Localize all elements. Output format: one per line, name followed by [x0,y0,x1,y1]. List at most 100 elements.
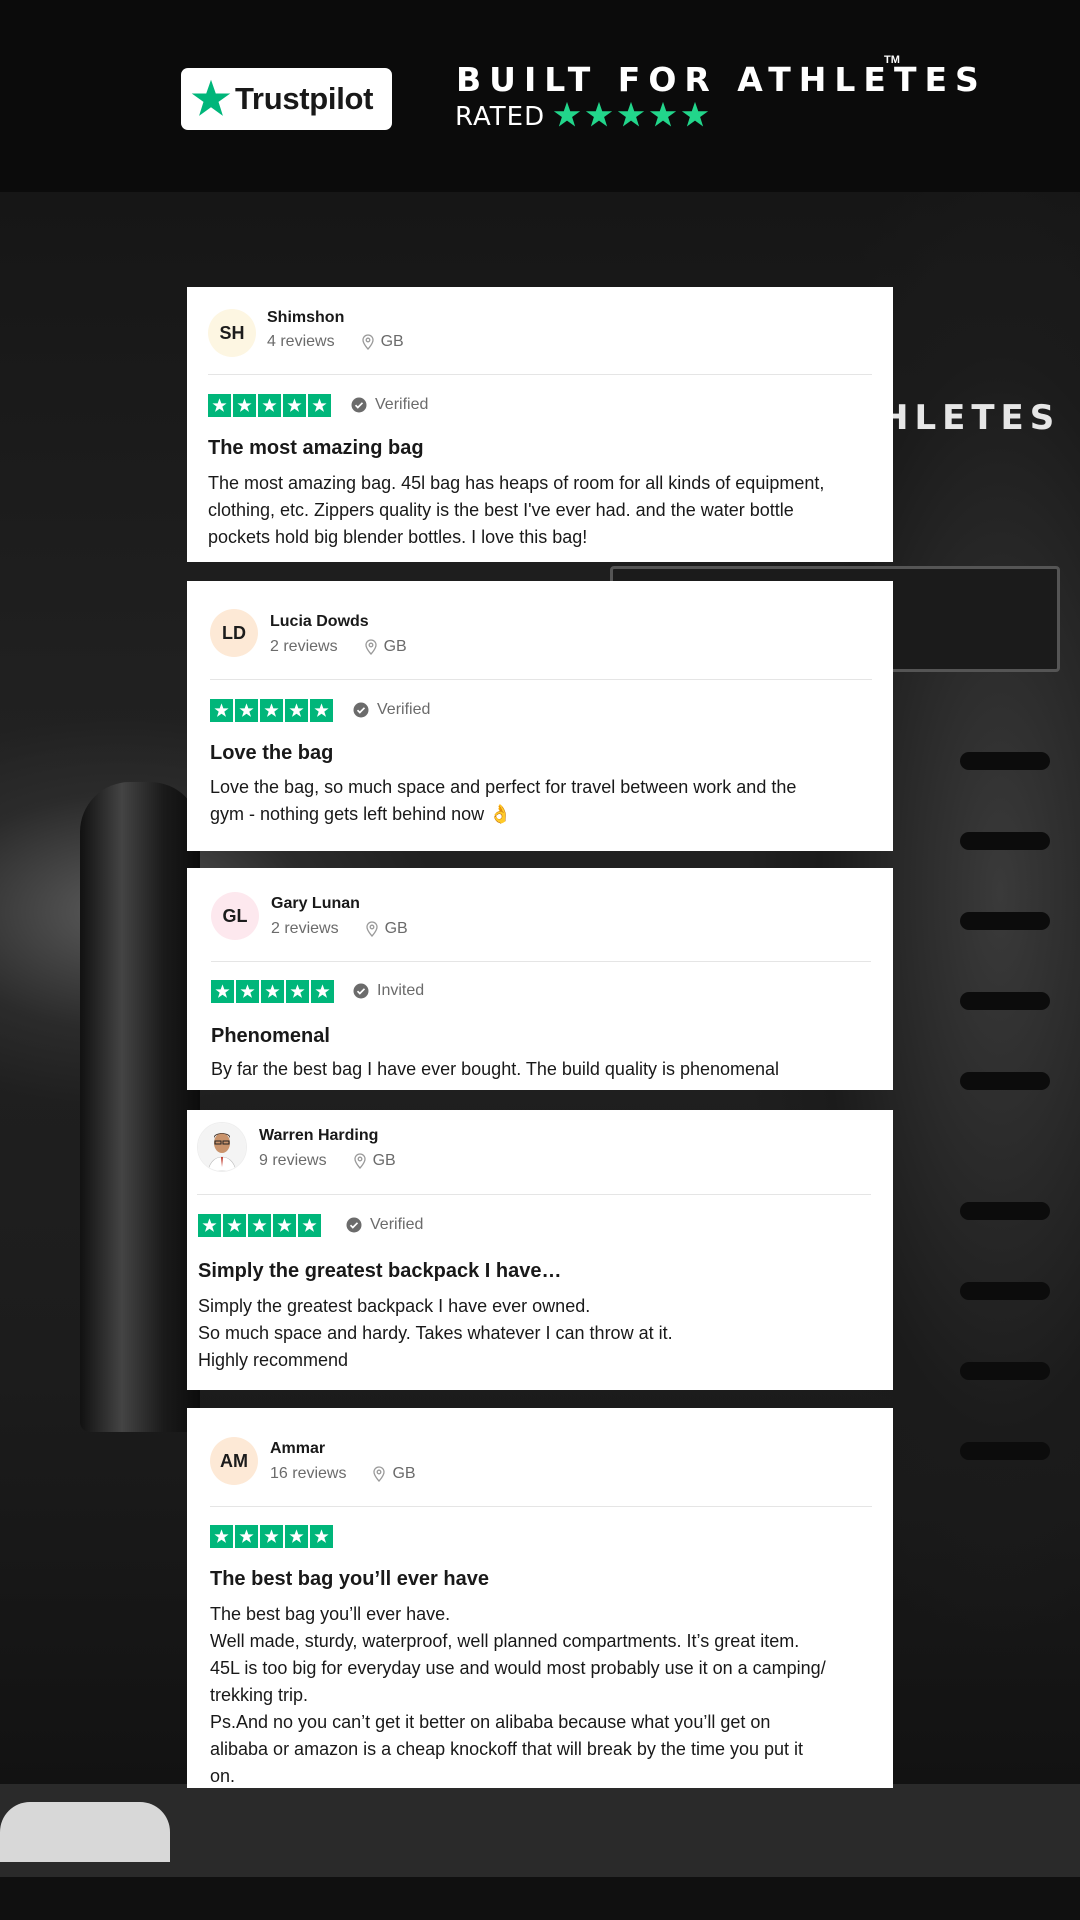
divider [211,961,871,962]
star-icon [258,394,281,417]
star-icon [211,980,234,1003]
star-icon [198,1214,221,1237]
country: GB [380,333,404,350]
check-circle-icon [353,702,369,718]
star-rating [210,699,333,722]
brand-headline: BUILT FOR ATHLETES [456,60,987,99]
review-title[interactable]: The most amazing bag [208,437,424,460]
star-icon [208,394,231,417]
molle-slot [960,1282,1050,1300]
star-icon [283,394,306,417]
review-body: By far the best bag I have ever bought. … [211,1059,780,1079]
review-title[interactable]: The best bag you’ll ever have [210,1568,489,1591]
review-card: Warren Harding 9 reviews GB Verified Sim… [187,1110,893,1390]
star-icon [285,1525,308,1548]
trustpilot-wordmark: Trustpilot [235,81,374,116]
review-card: GL Gary Lunan 2 reviews GB Invited Pheno… [187,868,893,1090]
star-rating [198,1214,321,1237]
badge-label: Verified [370,1216,424,1233]
star-icon [298,1214,321,1237]
location-pin-icon [364,639,377,655]
star-rating [210,1525,333,1548]
review-count: 16 reviews [270,1465,347,1482]
molle-slot [960,752,1050,770]
reviewer-name[interactable]: Warren Harding [259,1127,378,1145]
avatar-photo [197,1122,247,1172]
backpack-brand-text: HLETES [880,398,1061,438]
divider [208,374,872,375]
floor-marking [0,1802,170,1862]
reviewer-name[interactable]: Ammar [270,1440,325,1458]
header-bar: Trustpilot BUILT FOR ATHLETES TM RATED [0,0,1080,192]
location-pin-icon [373,1466,386,1482]
reviewer-name[interactable]: Gary Lunan [271,895,360,913]
star-icon [681,101,709,127]
star-icon [235,699,258,722]
avatar: GL [211,892,259,940]
molle-slot [960,1362,1050,1380]
molle-slot [960,1442,1050,1460]
trustpilot-star-icon [191,79,231,116]
review-title[interactable]: Love the bag [210,742,333,765]
review-title[interactable]: Simply the greatest backpack I have… [198,1260,562,1283]
star-icon [649,101,677,127]
divider [210,1506,872,1507]
review-count: 4 reviews [267,333,335,350]
badge-label: Verified [375,396,429,413]
star-icon [553,101,581,127]
rated-label: RATED [455,102,546,132]
location-pin-icon [353,1153,366,1169]
bottom-bar [0,1877,1080,1920]
location-pin-icon [365,921,378,937]
molle-slot [960,1202,1050,1220]
molle-slot [960,832,1050,850]
avatar: LD [210,609,258,657]
review-title[interactable]: Phenomenal [211,1025,330,1048]
star-icon [617,101,645,127]
reviewer-name[interactable]: Shimshon [267,309,344,327]
star-icon [286,980,309,1003]
molle-slot [960,912,1050,930]
review-body: The best bag you’ll ever have. Well made… [210,1604,826,1786]
badge-label: Invited [377,982,425,999]
star-icon [235,1525,258,1548]
reviewer-meta: 2 reviews GB [270,638,407,656]
review-body: Simply the greatest backpack I have ever… [198,1296,673,1370]
trustpilot-logo: Trustpilot [181,68,392,130]
molle-slot [960,1072,1050,1090]
star-icon [308,394,331,417]
star-rating [211,980,334,1003]
country: GB [372,1152,396,1169]
star-icon [585,101,613,127]
star-icon [273,1214,296,1237]
star-icon [261,980,284,1003]
verified-badge: Verified [353,701,430,719]
avatar: SH [208,309,256,357]
water-bottle-shape [80,782,200,1432]
country: GB [384,920,408,937]
reviewer-meta: 2 reviews GB [271,920,408,938]
country: GB [392,1465,416,1482]
star-icon [233,394,256,417]
review-card: SH Shimshon 4 reviews GB Verified The mo… [187,287,893,562]
verified-badge: Verified [346,1216,423,1234]
star-icon [260,1525,283,1548]
star-icon [223,1214,246,1237]
check-circle-icon [353,983,369,999]
invited-badge: Invited [353,982,424,1000]
review-body: The most amazing bag. 45l bag has heaps … [208,473,825,547]
review-count: 9 reviews [259,1152,327,1169]
avatar: AM [210,1437,258,1485]
check-circle-icon [351,397,367,413]
verified-badge: Verified [351,396,428,414]
check-circle-icon [346,1217,362,1233]
reviewer-name[interactable]: Lucia Dowds [270,613,369,631]
star-icon [310,699,333,722]
review-card: LD Lucia Dowds 2 reviews GB Verified Lov… [187,581,893,851]
review-card: AM Ammar 16 reviews GB The best bag you’… [187,1408,893,1788]
reviewer-meta: 16 reviews GB [270,1465,416,1483]
badge-label: Verified [377,701,431,718]
reviewer-meta: 9 reviews GB [259,1152,396,1170]
star-icon [210,699,233,722]
star-rating [208,394,331,417]
